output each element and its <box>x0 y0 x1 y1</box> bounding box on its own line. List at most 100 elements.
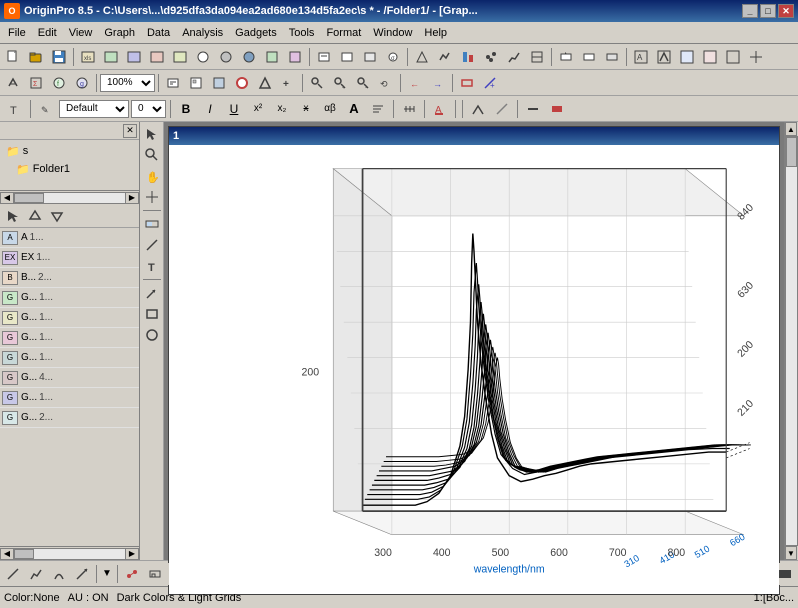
font-icon-btn[interactable]: ✎ <box>35 98 57 120</box>
toolbar-btn-28[interactable] <box>722 46 744 68</box>
crosshair-tool[interactable] <box>142 187 162 207</box>
bt-5[interactable]: ▼ <box>100 563 114 585</box>
tb2-btn-12[interactable]: + <box>329 72 351 94</box>
zoom-tool[interactable] <box>142 145 162 165</box>
dataset-row-6[interactable]: G G... 1... <box>0 348 139 368</box>
tb2-btn-15[interactable]: ← <box>404 72 426 94</box>
tree-root-s[interactable]: 📁 s <box>2 142 137 160</box>
tb2-btn-1[interactable] <box>2 72 24 94</box>
draw-line-tool[interactable] <box>142 235 162 255</box>
vscroll-down-btn[interactable]: ▼ <box>785 546 797 560</box>
toolbar-btn-27[interactable] <box>699 46 721 68</box>
dataset-row-2[interactable]: B B... 2... <box>0 268 139 288</box>
menu-analysis[interactable]: Analysis <box>176 23 229 43</box>
data-selector-tool[interactable] <box>142 214 162 234</box>
dataset-row-1[interactable]: EX EX 1... <box>0 248 139 268</box>
toolbar-btn-8[interactable] <box>238 46 260 68</box>
vscroll-thumb[interactable] <box>786 137 797 167</box>
draw-arrow-tool[interactable] <box>142 283 162 303</box>
close-button[interactable]: ✕ <box>778 4 794 18</box>
dataset-row-8[interactable]: G G... 1... <box>0 388 139 408</box>
bottom-scroll-right-btn[interactable]: ▶ <box>125 548 139 560</box>
draw-btn-2[interactable] <box>491 98 513 120</box>
save-button[interactable] <box>48 46 70 68</box>
new-button[interactable] <box>2 46 24 68</box>
tb2-btn-10[interactable]: + <box>277 72 299 94</box>
toolbar-btn-14[interactable]: σ <box>382 46 404 68</box>
toolbar-btn-6[interactable] <box>192 46 214 68</box>
tb2-btn-8[interactable] <box>231 72 253 94</box>
toolbar-btn-15[interactable] <box>411 46 433 68</box>
menu-help[interactable]: Help <box>418 23 453 43</box>
toolbar-btn-3[interactable] <box>123 46 145 68</box>
toolbar-btn-5[interactable] <box>169 46 191 68</box>
toolbar-btn-18[interactable] <box>480 46 502 68</box>
toolbar-btn-11[interactable] <box>313 46 335 68</box>
color-btn[interactable]: A <box>429 98 451 120</box>
dataset-row-7[interactable]: G G... 4... <box>0 368 139 388</box>
pan-tool[interactable]: ✋ <box>142 166 162 186</box>
tb2-btn-11[interactable] <box>306 72 328 94</box>
toolbar-btn-29[interactable] <box>745 46 767 68</box>
menu-file[interactable]: File <box>2 23 32 43</box>
import-button[interactable]: xls <box>77 46 99 68</box>
menu-tools[interactable]: Tools <box>283 23 321 43</box>
select-tool[interactable] <box>142 124 162 144</box>
font-name-select[interactable]: Default <box>59 100 129 118</box>
draw-btn-1[interactable] <box>467 98 489 120</box>
dataset-row-0[interactable]: A A 1... <box>0 228 139 248</box>
toolbar-btn-26[interactable] <box>676 46 698 68</box>
dataset-row-4[interactable]: G G... 1... <box>0 308 139 328</box>
menu-data[interactable]: Data <box>141 23 176 43</box>
dataset-row-3[interactable]: G G... 1... <box>0 288 139 308</box>
dataset-row-9[interactable]: G G... 2... <box>0 408 139 428</box>
scroll-right-btn[interactable]: ▶ <box>125 192 139 204</box>
tb2-btn-3[interactable]: f <box>48 72 70 94</box>
toolbar-btn-13[interactable] <box>359 46 381 68</box>
vscroll-up-btn[interactable]: ▲ <box>785 122 797 136</box>
menu-edit[interactable]: Edit <box>32 23 63 43</box>
tool-up-arrow[interactable] <box>24 205 46 227</box>
tb2-btn-4[interactable]: g <box>71 72 93 94</box>
toolbar-btn-16[interactable] <box>434 46 456 68</box>
toolbar-btn-21[interactable] <box>555 46 577 68</box>
bt-4[interactable] <box>71 563 93 585</box>
toolbar-btn-7[interactable] <box>215 46 237 68</box>
toolbar-btn-9[interactable] <box>261 46 283 68</box>
vscroll-track[interactable] <box>785 136 798 546</box>
toolbar-btn-19[interactable] <box>503 46 525 68</box>
toolbar-btn-10[interactable] <box>284 46 306 68</box>
toolbar-btn-23[interactable] <box>601 46 623 68</box>
alpha-btn[interactable]: αβ <box>319 98 341 120</box>
zoom-select[interactable]: 100% 75% 150% 200% <box>100 74 155 92</box>
scroll-track[interactable] <box>14 192 125 204</box>
minimize-button[interactable]: _ <box>742 4 758 18</box>
toolbar-btn-17[interactable] <box>457 46 479 68</box>
toolbar-btn-2[interactable] <box>100 46 122 68</box>
subscript-button[interactable]: x₂ <box>271 98 293 120</box>
menu-graph[interactable]: Graph <box>98 23 141 43</box>
toolbar-btn-12[interactable] <box>336 46 358 68</box>
tb2-btn-7[interactable] <box>208 72 230 94</box>
text-tool-btn[interactable]: T <box>4 98 26 120</box>
draw-btn-3[interactable] <box>522 98 544 120</box>
scroll-left-btn[interactable]: ◀ <box>0 192 14 204</box>
bt-3[interactable] <box>48 563 70 585</box>
bt-6[interactable] <box>121 563 143 585</box>
tick-btn[interactable] <box>398 98 420 120</box>
draw-circle-tool[interactable] <box>142 325 162 345</box>
bt-1[interactable] <box>2 563 24 585</box>
menu-window[interactable]: Window <box>367 23 418 43</box>
text-tool[interactable]: T <box>142 256 162 276</box>
strikethrough-button[interactable]: x <box>295 98 317 120</box>
align-btn[interactable] <box>367 98 389 120</box>
panel-close-btn[interactable]: ✕ <box>123 124 137 138</box>
tb2-btn-2[interactable]: Σ <box>25 72 47 94</box>
toolbar-btn-20[interactable] <box>526 46 548 68</box>
tool-down-arrow[interactable] <box>46 205 68 227</box>
graph-content[interactable]: 840 630 200 210 660 510 410 310 300 400 … <box>169 145 779 594</box>
big-a-btn[interactable]: A <box>343 98 365 120</box>
maximize-button[interactable]: □ <box>760 4 776 18</box>
superscript-button[interactable]: x² <box>247 98 269 120</box>
italic-button[interactable]: I <box>199 98 221 120</box>
